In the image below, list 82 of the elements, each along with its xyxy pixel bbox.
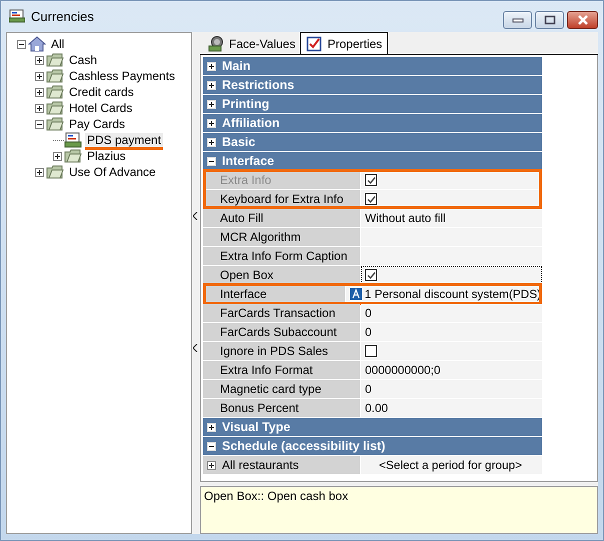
section-header[interactable]: Basic: [203, 133, 542, 151]
folder-icon: [64, 148, 82, 164]
check-icon: [366, 270, 376, 280]
tab[interactable]: Face-Values: [203, 34, 300, 54]
value-cell[interactable]: [361, 342, 542, 360]
folder-icon: [46, 100, 64, 116]
value-cell[interactable]: [361, 247, 542, 265]
close-button[interactable]: [567, 11, 598, 29]
card-register-icon: [9, 9, 25, 23]
value-cell[interactable]: 0000000000;0: [361, 361, 542, 379]
tree-item[interactable]: Use Of Advance: [67, 165, 158, 179]
property-label: FarCards Transaction: [203, 304, 360, 322]
expand-icon[interactable]: [35, 88, 44, 96]
check-icon: [366, 194, 376, 204]
value-cell[interactable]: <Select a period for group>: [361, 456, 542, 474]
property-label: Keyboard for Extra Info: [203, 190, 360, 208]
section-header[interactable]: Affiliation: [203, 114, 542, 132]
folder-icon: [46, 68, 64, 84]
tree-item[interactable]: All: [49, 37, 66, 51]
coins-icon: [208, 36, 224, 52]
value-cell[interactable]: [361, 228, 542, 246]
tree-item[interactable]: Pay Cards: [67, 117, 128, 131]
close-icon: [576, 15, 590, 25]
folder-icon: [46, 164, 64, 180]
value-cell[interactable]: 0.00: [361, 399, 542, 417]
section-header[interactable]: Schedule (accessibility list): [203, 437, 542, 455]
card-register-icon: [64, 132, 82, 148]
expand-icon[interactable]: [53, 152, 62, 160]
value-cell[interactable]: [361, 266, 542, 284]
property-label: Auto Fill: [203, 209, 360, 227]
expand-icon[interactable]: [35, 72, 44, 80]
value-cell[interactable]: 0: [361, 304, 542, 322]
value-cell[interactable]: Without auto fill: [361, 209, 542, 227]
tree-item[interactable]: Plazius: [85, 149, 128, 163]
minimize-icon: [512, 17, 524, 23]
window-title: Currencies: [31, 8, 95, 24]
checkbox[interactable]: [365, 269, 377, 281]
maximize-icon: [544, 15, 556, 25]
property-label: All restaurants: [203, 456, 360, 474]
section-header[interactable]: Main: [203, 57, 542, 75]
tree-item[interactable]: Hotel Cards: [67, 101, 134, 115]
collapse-icon[interactable]: [35, 120, 44, 128]
property-label: Extra Info Format: [203, 361, 360, 379]
tree-item[interactable]: Credit cards: [67, 85, 136, 99]
house-icon: [28, 36, 46, 52]
tab[interactable]: Properties: [300, 32, 388, 54]
property-label: Extra Info: [203, 171, 360, 189]
property-label: Interface: [203, 285, 345, 303]
section-header[interactable]: Interface: [203, 152, 542, 170]
expand-icon[interactable]: [207, 460, 216, 470]
minimize-button[interactable]: [503, 11, 532, 29]
folder-icon: [46, 84, 64, 100]
section-header[interactable]: Visual Type: [203, 418, 542, 436]
property-label: FarCards Subaccount: [203, 323, 360, 341]
value-cell[interactable]: 1 Personal discount system(PDS): [346, 285, 542, 303]
checkbox[interactable]: [365, 345, 377, 357]
folder-icon: [46, 52, 64, 68]
collapse-icon[interactable]: [17, 40, 26, 48]
value-cell[interactable]: 0: [361, 380, 542, 398]
property-label: Ignore in PDS Sales: [203, 342, 360, 360]
tree-item[interactable]: PDS payment: [85, 133, 164, 147]
checked-sheet-icon: [306, 36, 322, 52]
value-cell[interactable]: 0: [361, 323, 542, 341]
folder-icon: [46, 116, 64, 132]
letter-tile-icon: [350, 288, 362, 300]
section-header[interactable]: Printing: [203, 95, 542, 113]
expand-icon[interactable]: [35, 168, 44, 176]
section-header[interactable]: Restrictions: [203, 76, 542, 94]
property-label: Bonus Percent: [203, 399, 360, 417]
value-cell[interactable]: [361, 190, 542, 208]
maximize-button[interactable]: [535, 11, 564, 29]
property-label: Magnetic card type: [203, 380, 360, 398]
check-icon: [366, 174, 376, 186]
checkbox[interactable]: [365, 193, 377, 205]
tree-item[interactable]: Cash: [67, 53, 100, 67]
tree-item[interactable]: Cashless Payments: [67, 69, 178, 83]
property-label: Extra Info Form Caption: [203, 247, 360, 265]
property-label: MCR Algorithm: [203, 228, 360, 246]
property-label: Open Box: [203, 266, 360, 284]
expand-icon[interactable]: [35, 104, 44, 112]
description-text: Open Box:: Open cash box: [204, 489, 348, 503]
expand-icon[interactable]: [35, 56, 44, 64]
